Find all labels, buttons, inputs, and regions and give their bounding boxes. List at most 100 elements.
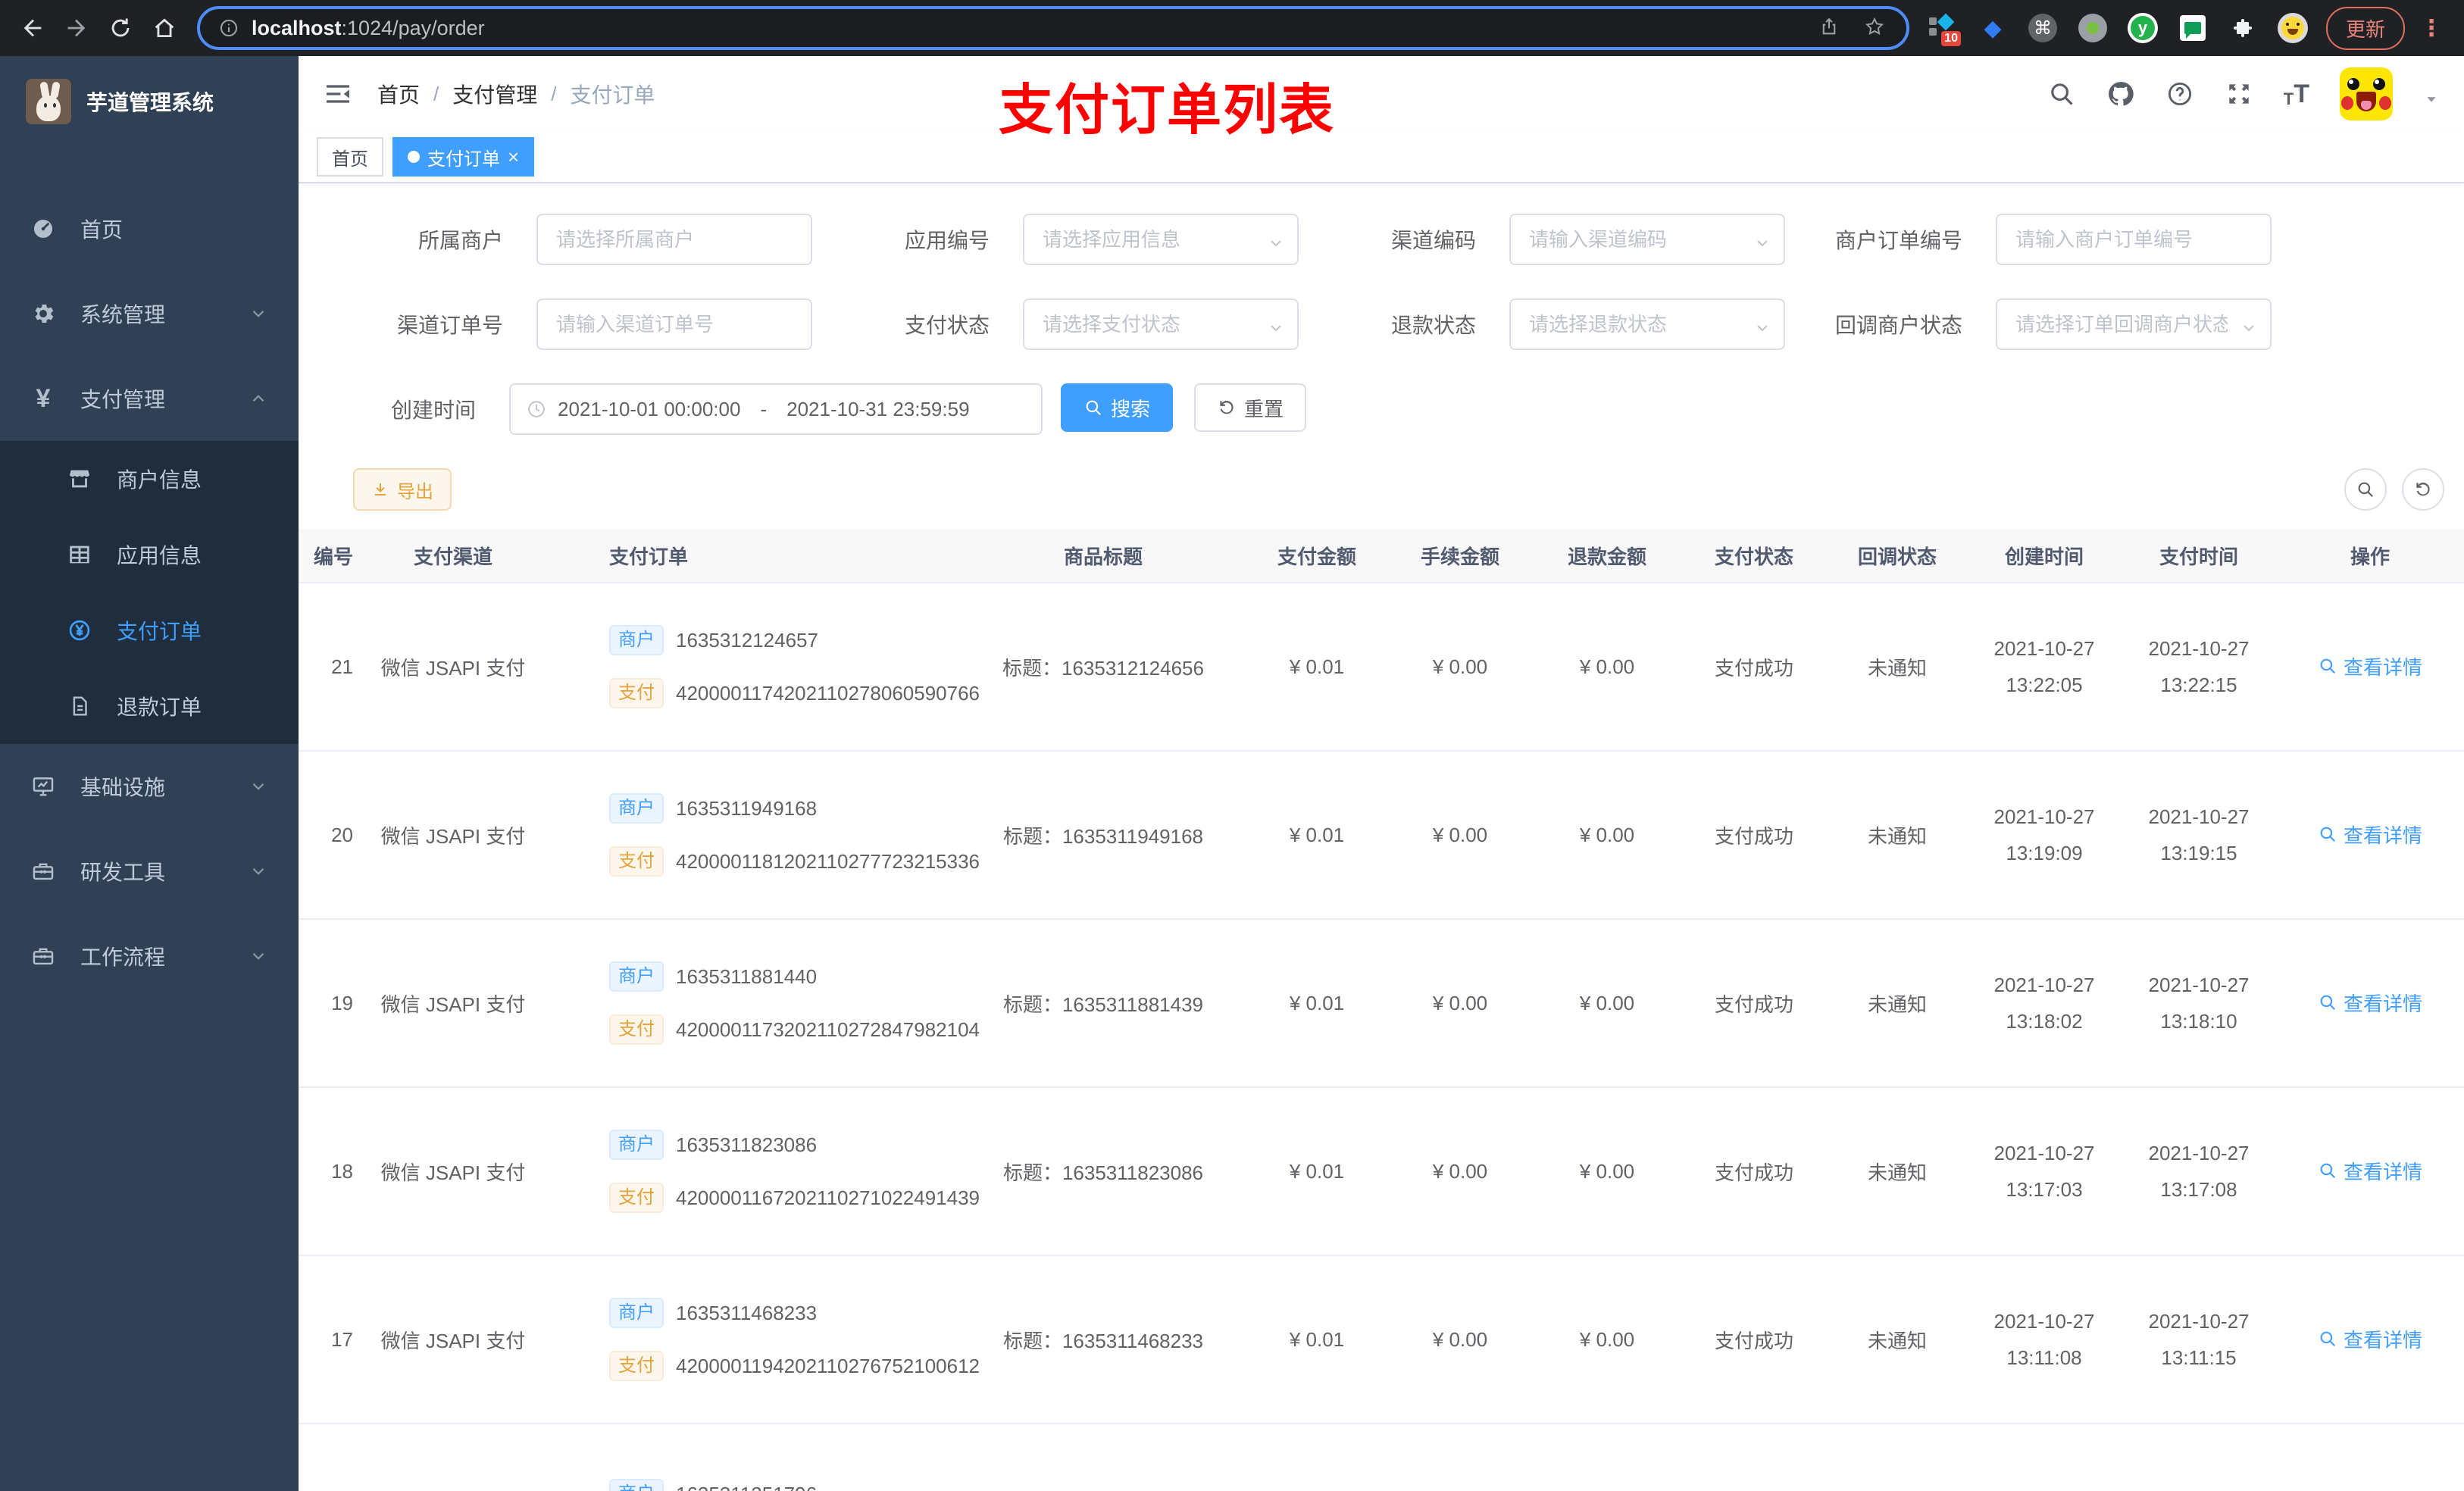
- grid-icon: [67, 542, 92, 567]
- merchant-order-no: 1635311823086: [676, 1133, 818, 1156]
- chrome-update-button[interactable]: 更新: [2325, 6, 2405, 50]
- product-title: 标题：1635312124656: [1002, 656, 1204, 680]
- font-size-icon[interactable]: TT: [2284, 80, 2309, 109]
- create-time: 2021-10-27 13:19:09: [1993, 805, 2095, 864]
- extension-badged-icon[interactable]: 10: [1928, 13, 1961, 46]
- yen-icon: ¥: [36, 383, 51, 413]
- date-separator: -: [760, 397, 768, 420]
- sketch-extension-icon[interactable]: ◆: [1978, 13, 2008, 43]
- export-button[interactable]: 导出: [353, 468, 452, 511]
- product-title: 标题：1635311823086: [1002, 1161, 1204, 1184]
- reload-icon[interactable]: [100, 8, 141, 48]
- github-icon[interactable]: [2106, 80, 2135, 108]
- breadcrumb-current: 支付订单: [570, 83, 655, 107]
- pay-order-no: 4200001181202110277723215336: [676, 849, 980, 873]
- address-bar[interactable]: localhost:1024/pay/order: [197, 6, 1909, 50]
- pay-amount: ¥ 0.01: [1289, 655, 1345, 678]
- filter-app-no: 应用编号: [812, 214, 1299, 265]
- merchant-order-no-input[interactable]: [1996, 214, 2272, 265]
- view-detail-link[interactable]: 查看详情: [2318, 1157, 2422, 1185]
- sidebar-item-dev-tools[interactable]: 研发工具: [0, 829, 299, 914]
- pay-order-cell: 商户 1635311468233 支付 42000011942021102767521…: [541, 1298, 980, 1381]
- sidebar-item-pay-order[interactable]: 支付订单: [0, 592, 299, 668]
- pay-time: 2021-10-27 13:19:15: [2148, 805, 2250, 864]
- logo-image: [26, 79, 71, 124]
- recorder-extension-icon[interactable]: [2078, 14, 2107, 42]
- fullscreen-icon[interactable]: [2225, 80, 2253, 108]
- help-icon[interactable]: [2165, 80, 2194, 108]
- pay-channel: 微信 JSAPI 支付: [380, 1329, 526, 1352]
- breadcrumb-home[interactable]: 首页: [377, 79, 420, 109]
- chat-extension-icon[interactable]: [2179, 15, 2206, 41]
- pay-tag: 支付: [609, 1351, 664, 1381]
- command-extension-icon[interactable]: ⌘: [2028, 14, 2057, 42]
- sidebar-item-merchant-info[interactable]: 商户信息: [0, 441, 299, 517]
- gear-icon: [30, 301, 56, 327]
- avatar-caret-icon[interactable]: [2423, 86, 2440, 102]
- app-logo: 芋道管理系统: [0, 56, 299, 147]
- clock-icon: [526, 399, 547, 420]
- y-extension-icon[interactable]: y: [2127, 13, 2158, 43]
- sidebar-item-refund-order[interactable]: 退款订单: [0, 668, 299, 744]
- download-icon: [371, 480, 389, 499]
- browser-toolbar: localhost:1024/pay/order 10 ◆ ⌘ y 更新 ⋮: [0, 0, 2464, 56]
- sidebar-item-app-info[interactable]: 应用信息: [0, 517, 299, 592]
- pay-amount: ¥ 0.01: [1289, 1159, 1345, 1183]
- forward-icon[interactable]: [56, 8, 97, 48]
- sidebar-item-infra[interactable]: 基础设施: [0, 744, 299, 829]
- close-icon[interactable]: ×: [508, 147, 519, 167]
- date-range-input[interactable]: 2021-10-01 00:00:00 - 2021-10-31 23:59:5…: [509, 383, 1043, 435]
- extension-badge-count: 10: [1941, 31, 1961, 46]
- filter-refund-status: 退款状态: [1299, 299, 1785, 350]
- action-cell: 查看详情: [2276, 821, 2464, 850]
- filter-create-time: 创建时间 2021-10-01 00:00:00 - 2021-10-31 23…: [326, 383, 1043, 435]
- pay-status-select[interactable]: [1023, 299, 1299, 350]
- pay-time: 2021-10-27 13:17:08: [2148, 1141, 2250, 1201]
- search-icon[interactable]: [2047, 80, 2076, 108]
- sidebar-item-label: 研发工具: [80, 861, 166, 884]
- extensions-puzzle-icon[interactable]: [2228, 13, 2258, 43]
- browser-menu-icon[interactable]: ⋮: [2408, 15, 2452, 42]
- channel-order-no-input[interactable]: [536, 299, 812, 350]
- view-detail-link[interactable]: 查看详情: [2318, 652, 2422, 680]
- hamburger-icon[interactable]: [323, 79, 353, 109]
- back-icon[interactable]: [12, 8, 53, 48]
- breadcrumb-payment[interactable]: 支付管理: [452, 79, 537, 109]
- merchant-input[interactable]: [536, 214, 812, 265]
- bookmark-star-icon[interactable]: [1864, 16, 1888, 40]
- user-avatar[interactable]: [2340, 67, 2393, 120]
- pay-order-cell: 商户 1635311949168 支付 42000011812021102777232…: [541, 793, 980, 877]
- toggle-search-button[interactable]: [2344, 468, 2387, 511]
- search-button[interactable]: 搜索: [1061, 383, 1174, 432]
- create-time: 2021-10-27 13:11:08: [1993, 1309, 2095, 1369]
- reset-button[interactable]: 重置: [1194, 383, 1307, 432]
- site-info-icon[interactable]: [218, 17, 239, 39]
- main-area: 支付订单列表 首页 / 支付管理 / 支付订单 TT 首页 支付订单 × 所属商…: [299, 56, 2464, 1491]
- pay-tag: 支付: [609, 846, 664, 877]
- pay-time: 2021-10-27 13:18:10: [2148, 973, 2250, 1033]
- share-icon[interactable]: [1818, 16, 1843, 40]
- field-label: 渠道编码: [1390, 229, 1476, 252]
- pay-status: 支付成功: [1714, 1329, 1793, 1352]
- view-detail-link[interactable]: 查看详情: [2318, 1325, 2422, 1353]
- home-icon[interactable]: [144, 8, 185, 48]
- sidebar-item-home[interactable]: 首页: [0, 186, 299, 271]
- sidebar-item-workflow[interactable]: 工作流程: [0, 914, 299, 999]
- notify-status-select[interactable]: [1996, 299, 2272, 350]
- refund-status-select[interactable]: [1509, 299, 1785, 350]
- merchant-tag: 商户: [609, 1298, 664, 1328]
- sidebar-item-payment[interactable]: ¥ 支付管理: [0, 356, 299, 441]
- app-no-select[interactable]: [1023, 214, 1299, 265]
- merchant-order-no: 1635311251796: [676, 1483, 817, 1491]
- view-detail-link[interactable]: 查看详情: [2318, 989, 2422, 1017]
- channel-code-select[interactable]: [1509, 214, 1785, 265]
- sidebar-item-system[interactable]: 系统管理: [0, 271, 299, 356]
- profile-avatar-icon[interactable]: [2277, 13, 2308, 43]
- tab-pay-order[interactable]: 支付订单 ×: [392, 137, 535, 177]
- notify-status: 未通知: [1867, 656, 1927, 680]
- filter-notify-status: 回调商户状态: [1785, 299, 2272, 350]
- refresh-button[interactable]: [2402, 468, 2444, 511]
- sidebar-item-label: 首页: [80, 218, 124, 242]
- tab-home[interactable]: 首页: [317, 137, 383, 177]
- view-detail-link[interactable]: 查看详情: [2318, 821, 2422, 849]
